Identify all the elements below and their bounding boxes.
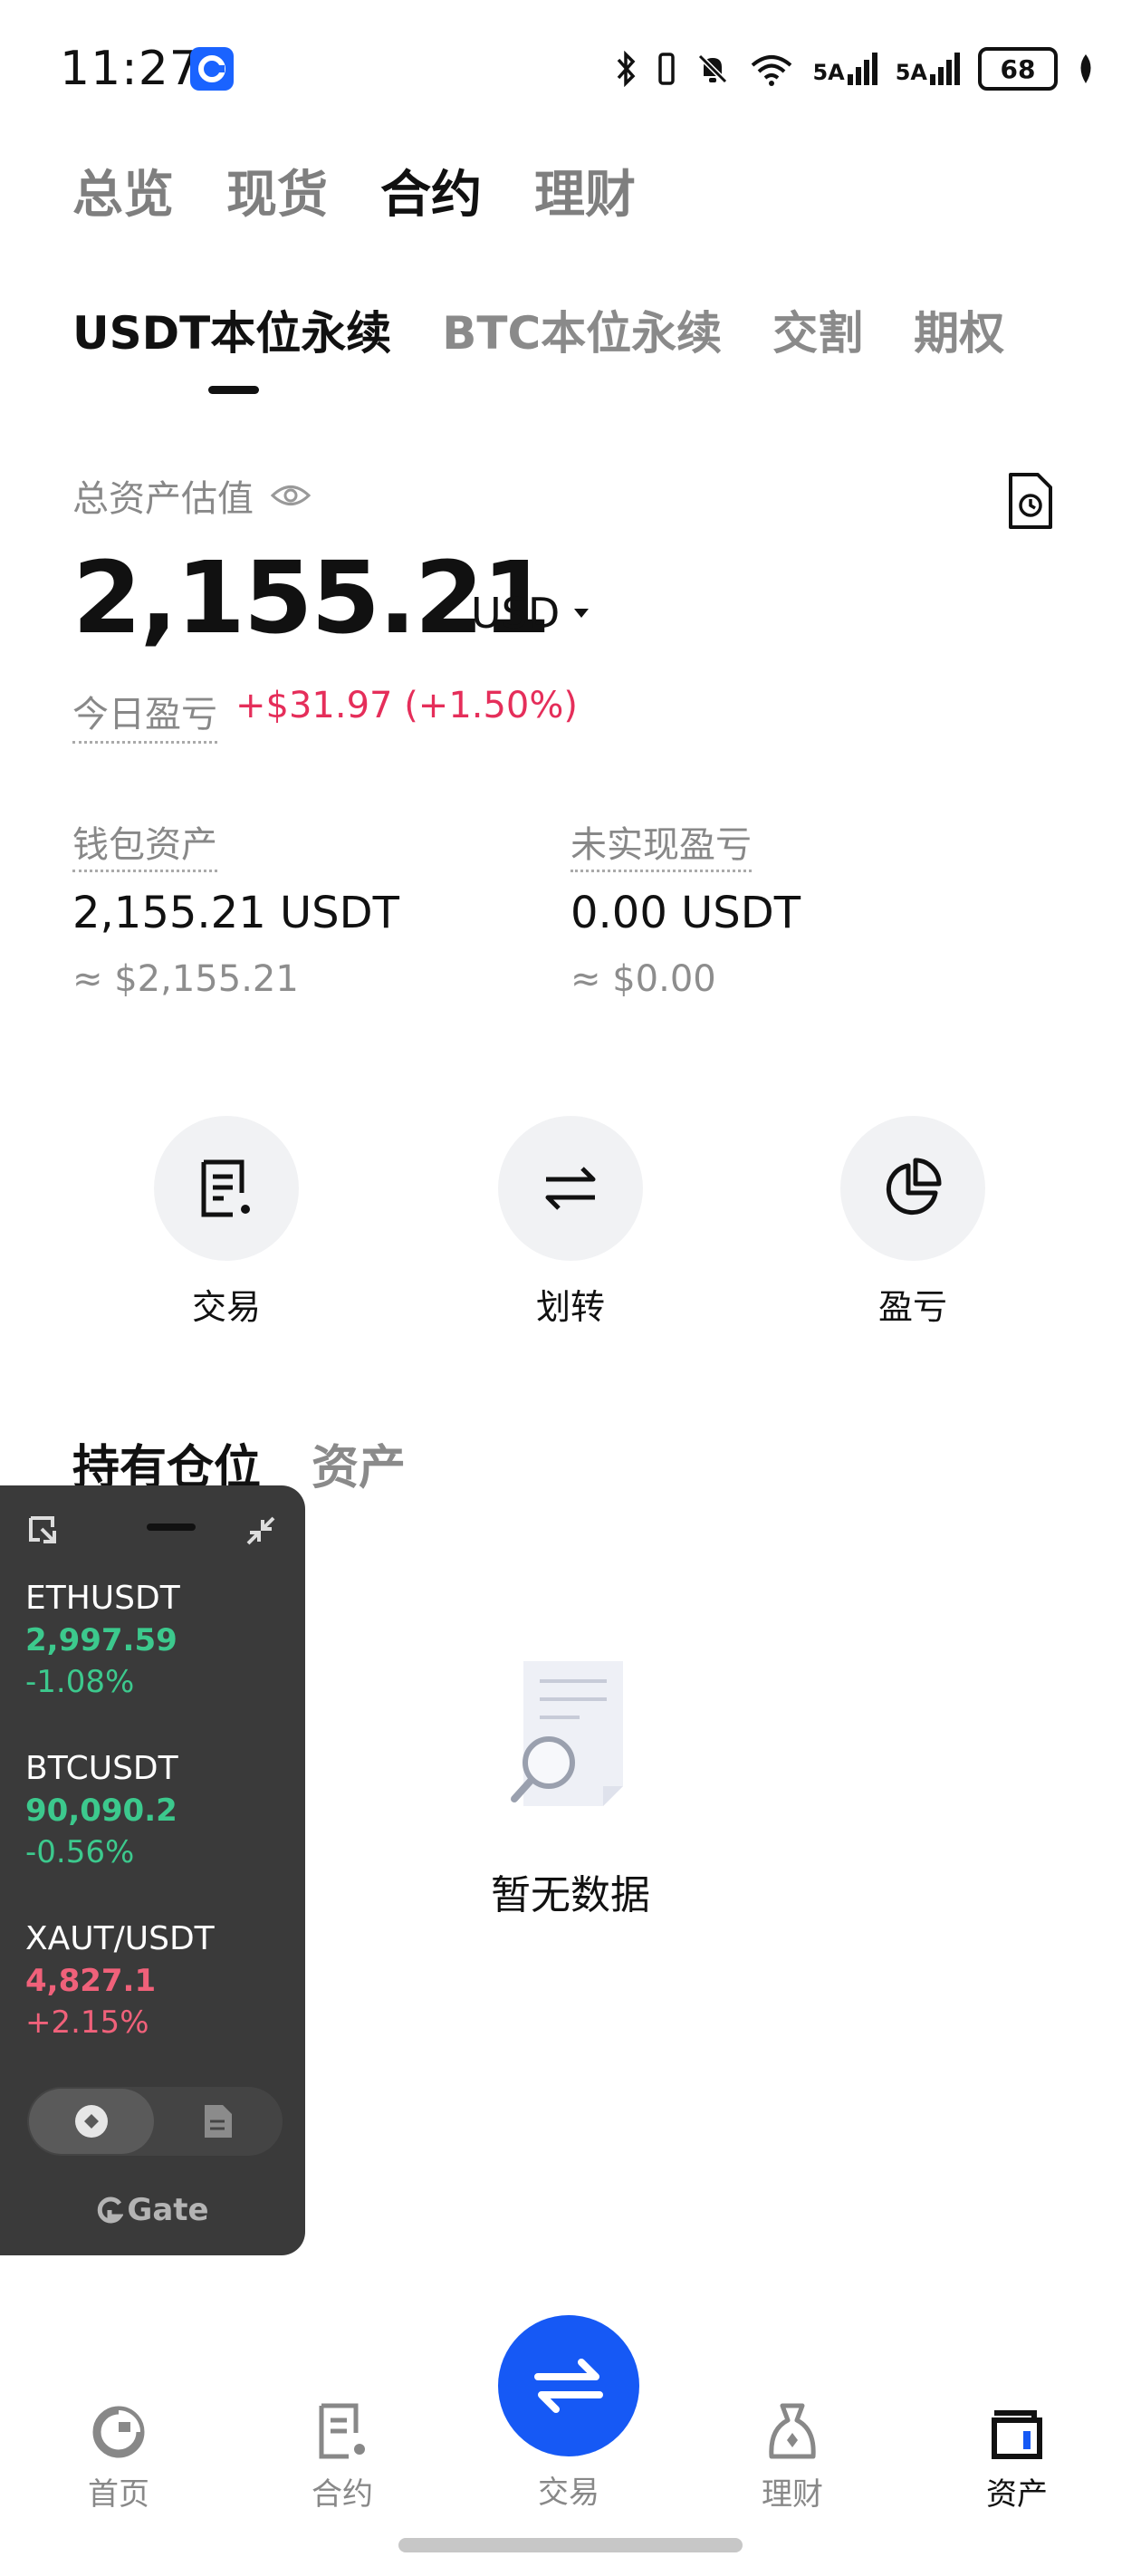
wallet-assets-label[interactable]: 钱包资产 [72,824,217,872]
coin-icon[interactable] [73,2103,110,2139]
active-tab-indicator [208,386,259,394]
top-tabs: 总览 现货 合约 理财 [72,154,636,227]
tab-earn[interactable]: 理财 [534,154,636,227]
signal-icon-2: 5A [896,53,960,85]
order-list-icon [201,1159,250,1217]
nav-futures-label: 合约 [312,2476,373,2513]
pie-chart-icon [886,1158,942,1216]
transfer-arrows-icon [545,1167,596,1210]
bluetooth-icon [618,51,636,87]
mute-icon [698,53,728,84]
tab-spot[interactable]: 现货 [226,154,328,227]
today-pnl-row: 今日盈亏 +$31.97 (+1.50%) [72,685,578,744]
pnl-action-circle [840,1116,985,1261]
ticker-change: -1.08% [25,1664,135,1700]
wallet-assets-approx: ≈ $2,155.21 [72,958,299,1000]
floating-ticker-widget[interactable]: ETHUSDT 2,997.59 -1.08% BTCUSDT 90,090.2… [0,1485,305,2255]
tab-assets[interactable]: 资产 [312,1429,406,1497]
wallet-assets-value: 2,155.21 USDT [72,888,399,938]
collapse-icon[interactable] [244,1514,277,1547]
today-pnl-value: +$31.97 (+1.50%) [235,685,578,726]
home-indicator[interactable] [398,2538,743,2552]
gate-brand-text: Gate [127,2192,209,2228]
app-notification-icon [190,47,234,91]
leaf-icon [1080,54,1091,83]
wallet-icon [958,2391,1076,2460]
gate-logo-icon [98,2196,124,2224]
currency-label: USD [471,589,561,638]
history-document-icon[interactable] [1003,471,1058,531]
unrealized-pnl-approx: ≈ $0.00 [570,958,716,1000]
futures-icon [283,2391,401,2460]
nav-futures[interactable]: 合约 [283,2391,401,2514]
ticker-change: +2.15% [25,2004,149,2041]
status-time: 11:27 [60,42,200,96]
ticker-symbol: XAUT/USDT [25,1920,215,1957]
wifi-icon [752,55,792,86]
pnl-action-label: 盈亏 [877,1287,947,1327]
nav-trade-label[interactable]: 交易 [496,2467,641,2512]
nav-home[interactable]: 首页 [60,2391,177,2514]
ticker-btc[interactable]: BTCUSDT 90,090.2 -0.56% [25,1750,178,1870]
tab-delivery[interactable]: 交割 [772,297,863,362]
drag-handle[interactable] [147,1523,196,1531]
status-icons: 5A 5A 68 [615,47,1096,91]
ticker-symbol: ETHUSDT [25,1580,180,1617]
nav-home-label: 首页 [88,2476,149,2513]
nav-earn[interactable]: 理财 [734,2391,851,2514]
wallet-assets-block: 钱包资产 2,155.21 USDT ≈ $2,155.21 [72,815,399,1000]
signal-icon: 5A [812,53,877,85]
eye-icon[interactable] [270,482,312,509]
ticker-change: -0.56% [25,1834,135,1870]
ticker-price: 90,090.2 [25,1793,177,1829]
nav-earn-label: 理财 [762,2476,823,2513]
swap-arrows-icon [534,2359,603,2413]
total-assets-text: 总资产估值 [72,478,254,520]
battery-indicator: 68 [978,47,1058,91]
contract-type-tabs: USDT本位永续 BTC本位永续 交割 期权 [72,297,1004,362]
tab-btc-perpetual[interactable]: BTC本位永续 [442,297,722,362]
nav-assets-label: 资产 [986,2476,1048,2513]
ticker-symbol: BTCUSDT [25,1750,178,1787]
tab-overview[interactable]: 总览 [72,154,174,227]
trade-action-label: 交易 [191,1287,261,1327]
empty-search-icon [511,1661,623,1806]
network-label-2: 5A [895,60,927,85]
home-icon [60,2391,177,2460]
transfer-action-label: 划转 [535,1287,605,1327]
trade-action-circle [154,1116,299,1261]
network-label-1: 5A [812,60,845,85]
total-assets-label: 总资产估值 [72,469,312,522]
ticker-price: 4,827.1 [25,1963,157,1999]
earn-icon [734,2391,851,2460]
trade-action-button[interactable]: 交易 [154,1116,299,1329]
document-icon[interactable] [201,2103,234,2139]
vibrate-icon [658,53,676,85]
caret-down-icon [574,609,590,618]
unrealized-pnl-value: 0.00 USDT [570,888,801,938]
ticker-price: 2,997.59 [25,1622,177,1658]
ticker-xaut[interactable]: XAUT/USDT 4,827.1 +2.15% [25,1920,215,2041]
tab-usdt-perpetual[interactable]: USDT本位永续 [72,297,391,362]
tab-options[interactable]: 期权 [914,297,1004,362]
tab-futures[interactable]: 合约 [380,154,482,227]
today-pnl-label[interactable]: 今日盈亏 [72,685,217,744]
transfer-action-button[interactable]: 划转 [498,1116,643,1329]
pnl-action-button[interactable]: 盈亏 [840,1116,985,1329]
widget-view-toggle[interactable] [27,2087,283,2156]
trade-fab-button[interactable] [498,2315,639,2456]
nav-assets[interactable]: 资产 [958,2391,1076,2514]
empty-state-text: 暂无数据 [491,1872,650,1918]
currency-selector[interactable]: USD [471,589,590,638]
ticker-eth[interactable]: ETHUSDT 2,997.59 -1.08% [25,1580,180,1700]
transfer-action-circle [498,1116,643,1261]
gate-logo: Gate [0,2192,305,2228]
unrealized-pnl-block: 未实现盈亏 0.00 USDT ≈ $0.00 [570,815,801,1000]
unrealized-pnl-label[interactable]: 未实现盈亏 [570,824,752,872]
expand-out-icon[interactable] [27,1514,60,1547]
